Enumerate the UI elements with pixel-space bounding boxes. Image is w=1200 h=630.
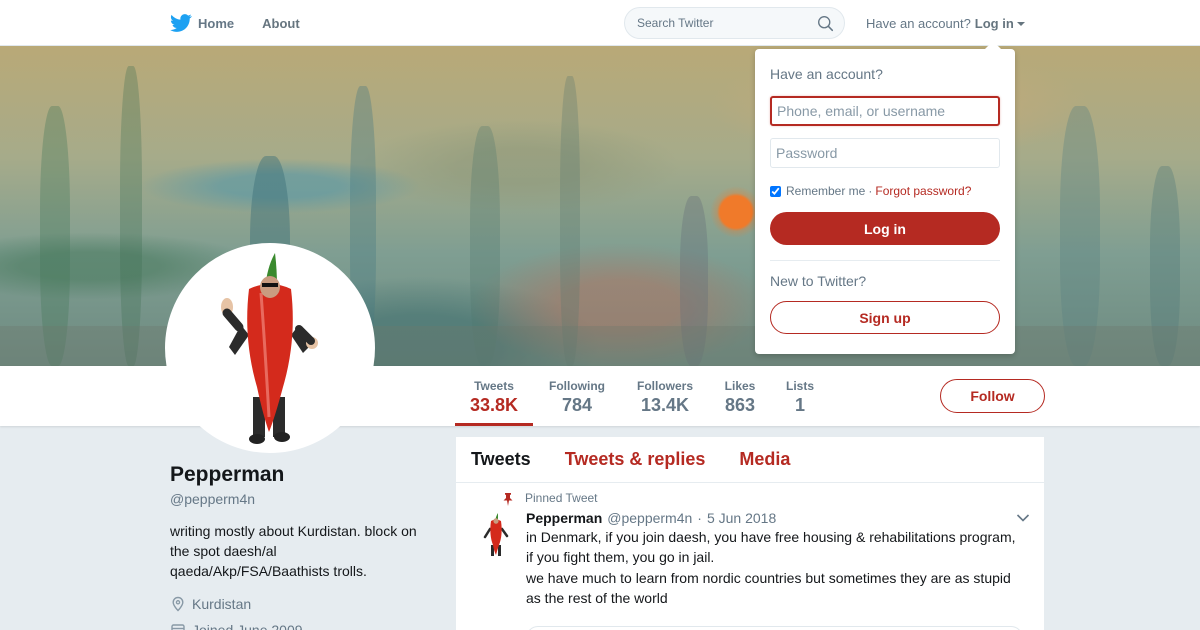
stat-label: Lists [785,379,814,393]
search-icon[interactable] [817,15,834,32]
nav-home-label: Home [198,15,235,31]
signup-button[interactable]: Sign up [770,301,1000,334]
profile-joined: Joined June 2009 [170,622,303,630]
account-prompt: Have an account? [866,16,971,31]
tweet-author-handle[interactable]: @pepperm4n [607,510,692,526]
login-button[interactable]: Log in [770,212,1000,245]
remember-me-label[interactable]: Remember me [786,184,865,198]
twitter-bird-icon [170,14,192,32]
timeline-tabs: Tweets Tweets & replies Media [456,437,1044,483]
tweet-text-line-1: in Denmark, if you join daesh, you have … [526,529,1016,565]
new-to-twitter-text: New to Twitter? [770,273,867,289]
calendar-icon [171,624,185,630]
stat-tweets[interactable]: Tweets 33.8K [455,366,533,426]
quoted-tweet-card[interactable] [526,626,1023,630]
password-field[interactable] [770,138,1000,168]
profile-handle: @pepperm4n [170,491,256,507]
joined-text: Joined June 2009 [192,622,303,630]
nav-links: Home About [170,0,328,46]
stat-value: 863 [724,395,756,415]
forgot-password-link[interactable]: Forgot password? [875,184,971,198]
stat-value: 13.4K [640,395,690,415]
location-pin-icon [172,596,184,612]
remember-me-checkbox[interactable] [770,185,781,197]
timeline: Tweets Tweets & replies Media Pinned Twe… [456,437,1044,630]
tweet-separator: · [697,510,702,526]
stat-label: Following [549,379,605,393]
tweet-date-link[interactable]: 5 Jun 2018 [707,510,776,526]
search-box[interactable] [624,7,845,39]
account-area: Have an account? Log in [866,16,1025,31]
tab-tweets[interactable]: Tweets [471,449,531,470]
login-dropdown-title: Have an account? [770,66,883,82]
remember-row: Remember me · Forgot password? [770,184,1000,198]
follow-button[interactable]: Follow [940,379,1045,413]
stat-label: Likes [724,379,756,393]
stat-lists[interactable]: Lists 1 [782,366,818,426]
stat-label: Tweets [474,379,514,393]
stat-value: 33.8K [469,395,519,415]
stat-label: Followers [636,379,693,393]
profile-name: Pepperman [170,463,285,486]
tweet-author-name[interactable]: Pepperman [526,510,602,526]
pepper-costume-avatar-image [472,511,520,559]
search-input[interactable] [625,8,805,38]
pepper-costume-avatar-image [169,247,371,449]
tweet-avatar[interactable] [472,511,520,559]
stat-value: 784 [561,395,593,415]
tab-media[interactable]: Media [739,449,790,470]
profile-avatar[interactable] [165,243,375,453]
nav-about-link[interactable]: About [262,16,300,31]
nav-home-link[interactable]: Home [170,12,234,34]
dropdown-divider [770,260,1000,261]
remember-separator: · [868,184,873,198]
caret-down-icon[interactable] [1016,22,1025,26]
pinned-label: Pinned Tweet [525,491,598,505]
location-text: Kurdistan [192,596,252,612]
pin-icon [503,493,513,506]
tweet-text-line-2: we have much to learn from nordic countr… [526,570,1011,606]
username-field[interactable] [770,96,1000,126]
stat-likes[interactable]: Likes 863 [718,366,762,426]
tab-tweets-and-replies[interactable]: Tweets & replies [565,449,706,470]
login-dropdown: Have an account? Remember me · Forgot pa… [755,41,1015,354]
tweet-header: Pepperman @pepperm4n · 5 Jun 2018 [526,510,1029,526]
profile-bio: writing mostly about Kurdistan. block on… [170,523,417,579]
stat-value: 1 [794,395,805,415]
profile-location: Kurdistan [170,596,251,612]
pinned-tweet[interactable]: Pinned Tweet Pepperman @pepperm4n · 5 Ju… [456,483,1044,630]
chevron-down-icon[interactable] [1016,513,1030,523]
login-dropdown-toggle[interactable]: Log in [975,16,1014,31]
stat-followers[interactable]: Followers 13.4K [633,366,697,426]
top-navigation-bar: Home About Have an account? Log in [0,0,1200,46]
stat-following[interactable]: Following 784 [545,366,609,426]
